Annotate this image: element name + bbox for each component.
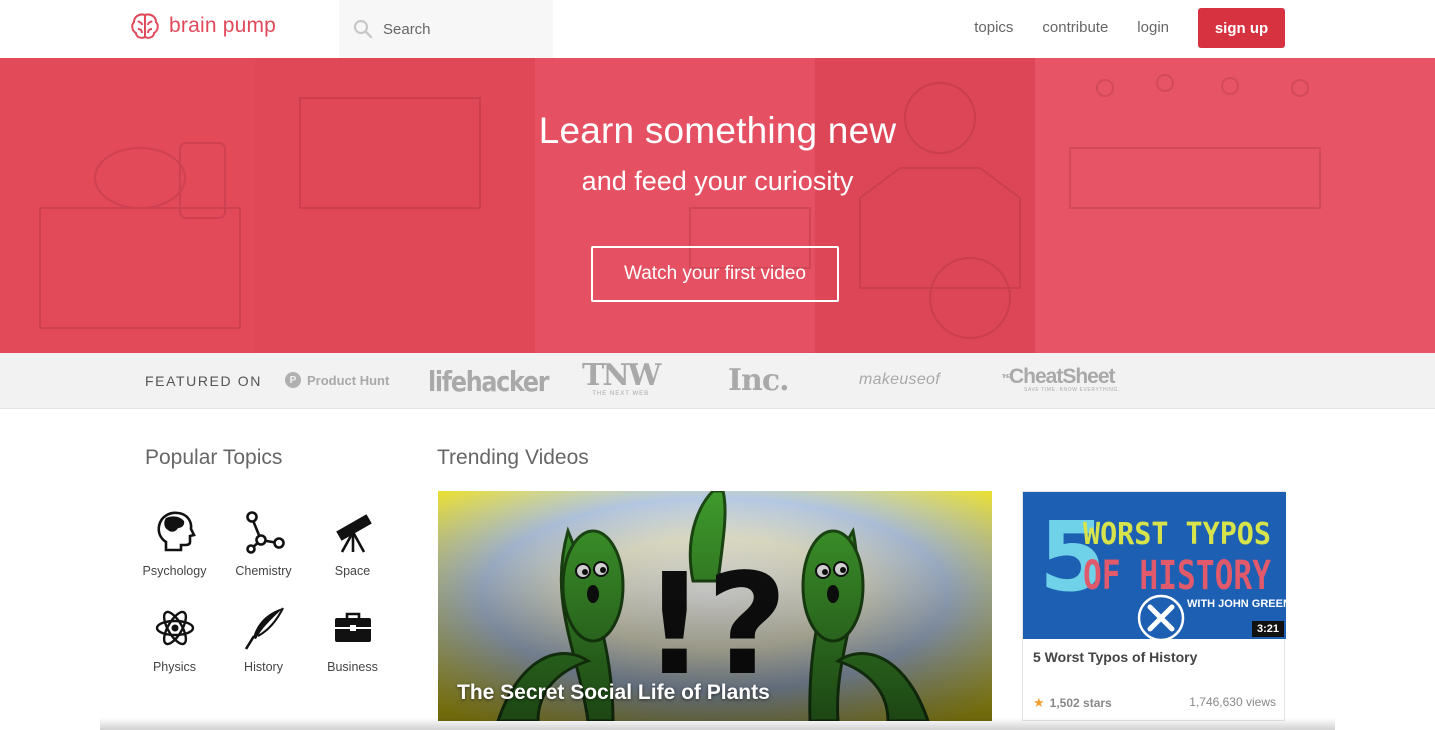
trending-video-card[interactable]: 5 WORST TYPOS OF HISTORY WITH JOHN GREEN…	[1022, 491, 1286, 721]
search-box[interactable]	[339, 0, 553, 58]
hero-headline: Learn something new	[538, 110, 897, 151]
search-input[interactable]	[383, 20, 533, 38]
nav-topics-link[interactable]: topics	[974, 8, 1013, 48]
topic-label: Physics	[152, 660, 197, 674]
featured-on-label: FEATURED ON	[145, 373, 262, 389]
video-title: The Secret Social Life of Plants	[457, 681, 770, 704]
makeuseof-logo[interactable]: makeuseof	[859, 371, 940, 389]
popular-topics-grid: Psychology Chemistry Space Physics Histo…	[130, 510, 400, 674]
product-hunt-badge-icon: P	[285, 372, 301, 388]
trending-videos-title: Trending Videos	[437, 446, 589, 469]
quill-icon	[244, 607, 284, 650]
video-title: 5 Worst Typos of History	[1033, 649, 1198, 665]
brand-name: brain pump	[169, 14, 277, 37]
svg-text:WORST TYPOS: WORST TYPOS	[1083, 517, 1271, 552]
hero-background-art	[39, 74, 1321, 339]
nav-contribute-link[interactable]: contribute	[1042, 8, 1108, 48]
stars-count: 1,502 stars	[1049, 696, 1112, 710]
brain-icon	[131, 13, 159, 39]
molecule-icon	[245, 511, 285, 554]
cheatsheet-prefix: THE	[1002, 374, 1010, 380]
topic-space[interactable]: Space	[308, 510, 397, 578]
video-thumbnail-typos: 5 WORST TYPOS OF HISTORY WITH JOHN GREEN…	[1023, 492, 1286, 639]
topic-label: Space	[334, 564, 371, 578]
views-count: 1,746,630 views	[1189, 695, 1276, 709]
star-icon: ★	[1033, 695, 1045, 710]
lifehacker-logo[interactable]: lifehacker	[428, 365, 550, 398]
topic-label: History	[244, 660, 283, 674]
tnw-logo[interactable]: TNW THE NEXT WEB	[582, 358, 661, 398]
inc-logo[interactable]: Inc.	[728, 363, 790, 398]
sign-up-button[interactable]: sign up	[1198, 8, 1285, 48]
brand-logo[interactable]: brain pump	[130, 11, 276, 41]
nav-login-link[interactable]: login	[1137, 8, 1169, 48]
bottom-shadow	[100, 718, 1335, 730]
search-icon	[353, 19, 373, 39]
hero-banner: Learn something new and feed your curios…	[0, 58, 1435, 353]
trending-video-main[interactable]: !? The Secret Social Life of Plants	[438, 491, 992, 721]
watch-first-video-button[interactable]: Watch your first video	[591, 246, 839, 302]
cheatsheet-wordmark: CheatSheet	[1009, 365, 1116, 388]
video-stars: ★ 1,502 stars	[1033, 695, 1112, 711]
svg-text:OF HISTORY: OF HISTORY	[1083, 553, 1271, 599]
cheatsheet-tagline: SAVE TIME. KNOW EVERYTHING.	[1024, 387, 1120, 393]
topic-chemistry[interactable]: Chemistry	[219, 510, 308, 578]
topic-label: Psychology	[142, 564, 207, 578]
popular-topics-title: Popular Topics	[145, 446, 283, 469]
topic-psychology[interactable]: Psychology	[130, 510, 219, 578]
video-stats: ★ 1,502 stars 1,746,630 views	[1033, 695, 1276, 711]
topic-label: Chemistry	[235, 564, 292, 578]
product-hunt-text: Product Hunt	[307, 372, 390, 388]
atom-icon	[155, 610, 194, 646]
svg-text:WITH JOHN GREEN: WITH JOHN GREEN	[1187, 598, 1286, 610]
topic-history[interactable]: History	[219, 606, 308, 674]
briefcase-icon	[334, 612, 371, 642]
head-icon	[156, 511, 196, 552]
product-hunt-logo[interactable]: P Product Hunt	[285, 372, 389, 388]
tnw-wordmark: TNW	[582, 358, 661, 393]
topic-physics[interactable]: Physics	[130, 606, 219, 674]
cheatsheet-logo[interactable]: THECheatSheet SAVE TIME. KNOW EVERYTHING…	[1002, 365, 1120, 393]
hero-subheadline: and feed your curiosity	[581, 166, 854, 196]
top-header: brain pump topics contribute login sign …	[0, 0, 1435, 58]
topic-business[interactable]: Business	[308, 606, 397, 674]
main-nav: topics contribute login sign up	[974, 8, 1285, 48]
video-duration: 3:21	[1251, 621, 1284, 637]
telescope-icon	[335, 514, 372, 553]
featured-on-strip: FEATURED ON P Product Hunt lifehacker TN…	[0, 353, 1435, 409]
tnw-tagline: THE NEXT WEB	[592, 391, 650, 397]
topic-label: Business	[327, 660, 378, 674]
